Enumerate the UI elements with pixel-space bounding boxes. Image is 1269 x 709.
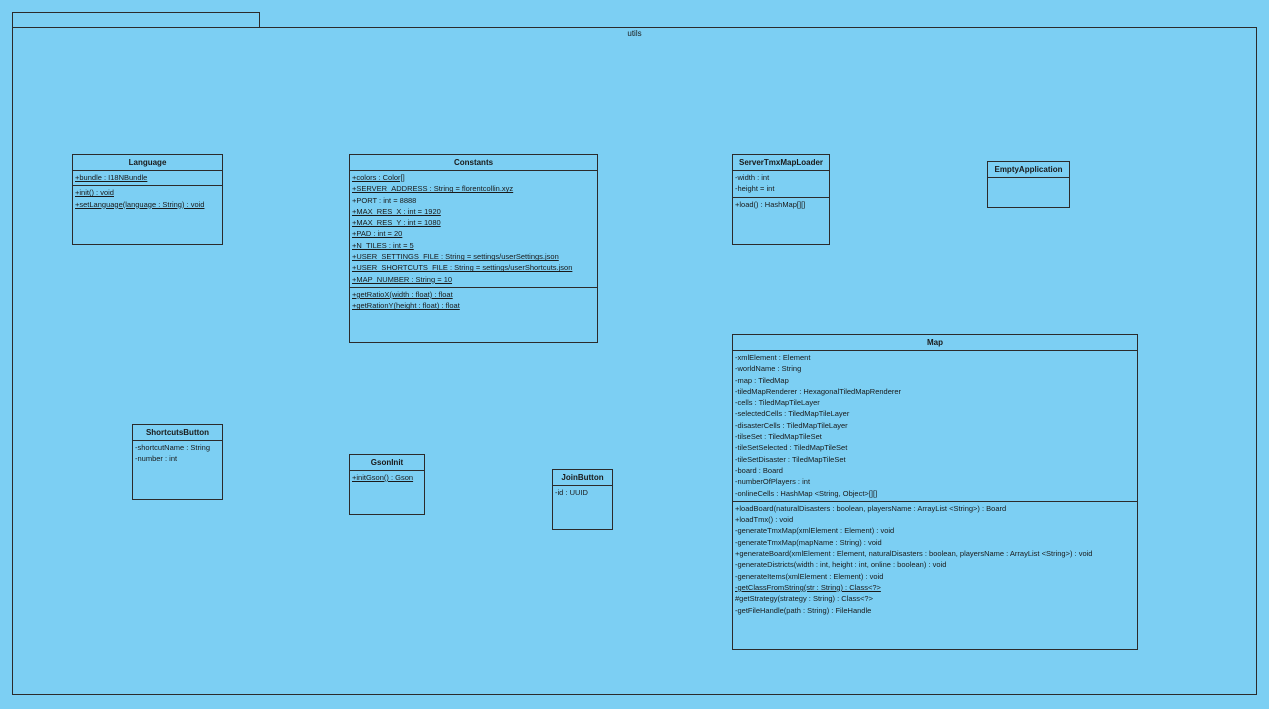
operation-row: -generateItems(xmlElement : Element) : v… [735, 571, 884, 581]
class-empty-application[interactable]: EmptyApplication [987, 161, 1070, 208]
class-name: Language [73, 155, 222, 171]
attribute-row: +N_TILES : int = 5 [352, 240, 414, 250]
operation-row: +getRationY(height : float) : float [352, 301, 460, 311]
operation-row: #getStrategy(strategy : String) : Class<… [735, 594, 873, 604]
operations-section: +loadBoard(naturalDisasters : boolean, p… [733, 502, 1137, 618]
attribute-row: -xmlElement : Element [735, 353, 811, 362]
class-name: ServerTmxMapLoader [733, 155, 829, 171]
class-name: EmptyApplication [988, 162, 1069, 178]
attribute-row: +USER_SETTINGS_FILE : String = settings/… [352, 252, 559, 262]
attributes-section: -width : int -height = int [733, 171, 829, 198]
attributes-section: -id : UUID [553, 486, 612, 500]
class-language[interactable]: Language +bundle : I18NBundle +init() : … [72, 154, 223, 245]
class-name: Constants [350, 155, 597, 171]
operation-row: -generateTmxMap(xmlElement : Element) : … [735, 526, 895, 536]
attribute-row: -width : int [735, 173, 770, 182]
attributes-section: +bundle : I18NBundle [73, 171, 222, 187]
attributes-section: -shortcutName : String -number : int [133, 441, 222, 467]
operation-row: +setLanguage(language : String) : void [75, 199, 205, 209]
attribute-row: -tiledMapRenderer : HexagonalTiledMapRen… [735, 386, 902, 396]
attributes-section: -xmlElement : Element -worldName : String… [733, 351, 1137, 502]
attribute-row: +MAX_RES_Y : int = 1080 [352, 218, 441, 228]
class-gson-init[interactable]: GsonInit +initGson() : Gson [349, 454, 425, 515]
attribute-row: -disasterCells : TiledMapTileLayer [735, 420, 848, 430]
operations-section: +load() : HashMap[][] [733, 198, 829, 212]
class-map[interactable]: Map -xmlElement : Element -worldName : St… [732, 334, 1138, 650]
class-server-tmx-map-loader[interactable]: ServerTmxMapLoader -width : int -height =… [732, 154, 830, 245]
attribute-row: -tileSetDisaster : TiledMapTileSet [735, 454, 846, 464]
class-name: Map [733, 335, 1137, 351]
class-join-button[interactable]: JoinButton -id : UUID [552, 469, 613, 530]
package-name: utils [627, 29, 642, 38]
operation-row: +loadTmx() : void [735, 515, 794, 525]
attribute-row: -id : UUID [555, 488, 588, 497]
class-name: GsonInit [350, 455, 424, 471]
operations-section: +initGson() : Gson [350, 471, 424, 485]
class-shortcuts-button[interactable]: ShortcutsButton -shortcutName : String -n… [132, 424, 223, 500]
attributes-section: +colors : Color[] +SERVER_ADDRESS : Strin… [350, 171, 597, 288]
operation-row: +init() : void [75, 188, 114, 198]
operation-row: +load() : HashMap[][] [735, 199, 806, 209]
attribute-row: +SERVER_ADDRESS : String = florentcollin… [352, 184, 514, 194]
attribute-row: +bundle : I18NBundle [75, 173, 148, 182]
attribute-row: +PORT : int = 8888 [352, 195, 417, 205]
operation-row: -generateTmxMap(mapName : String) : void [735, 537, 882, 547]
attribute-row: -height = int [735, 184, 775, 194]
attribute-row: -selectedCells : TiledMapTileLayer [735, 409, 850, 419]
attribute-row: -cells : TiledMapTileLayer [735, 398, 820, 408]
operation-row: -generateDistricts(width : int, height :… [735, 560, 947, 570]
attribute-row: -tileSetSelected : TiledMapTileSet [735, 443, 848, 453]
attribute-row: -map : TiledMap [735, 375, 789, 385]
attribute-row: -onlineCells : HashMap <String, Object>[… [735, 488, 878, 498]
class-name: ShortcutsButton [133, 425, 222, 441]
operation-row: +loadBoard(naturalDisasters : boolean, p… [735, 503, 1007, 513]
operations-section: +getRatioX(width : float) : float +getRat… [350, 288, 597, 314]
class-name: JoinButton [553, 470, 612, 486]
attribute-row: -board : Board [735, 465, 783, 475]
attribute-row: +PAD : int = 20 [352, 229, 403, 239]
attribute-row: +MAP_NUMBER : String = 10 [352, 274, 453, 284]
attribute-row: -tilseSet : TiledMapTileSet [735, 432, 822, 442]
attribute-row: -shortcutName : String [135, 443, 211, 452]
operation-row: +initGson() : Gson [352, 473, 414, 482]
package-tab [12, 12, 260, 27]
operation-row: +getRatioX(width : float) : float [352, 289, 453, 299]
class-constants[interactable]: Constants +colors : Color[] +SERVER_ADDRE… [349, 154, 598, 343]
attribute-row: +colors : Color[] [352, 173, 405, 182]
attribute-row: -number : int [135, 454, 178, 464]
attribute-row: +USER_SHORTCUTS_FILE : String = settings… [352, 263, 573, 273]
operation-row: -getFileHandle(path : String) : FileHand… [735, 605, 872, 615]
operations-section: +init() : void +setLanguage(language : St… [73, 186, 222, 212]
attribute-row: -numberOfPlayers : int [735, 477, 811, 487]
attribute-row: -worldName : String [735, 364, 802, 374]
operation-row: +generateBoard(xmlElement : Element, nat… [735, 549, 1093, 559]
attribute-row: +MAX_RES_X : int = 1920 [352, 206, 441, 216]
operation-row: -getClassFromString(str : String) : Clas… [735, 582, 881, 592]
